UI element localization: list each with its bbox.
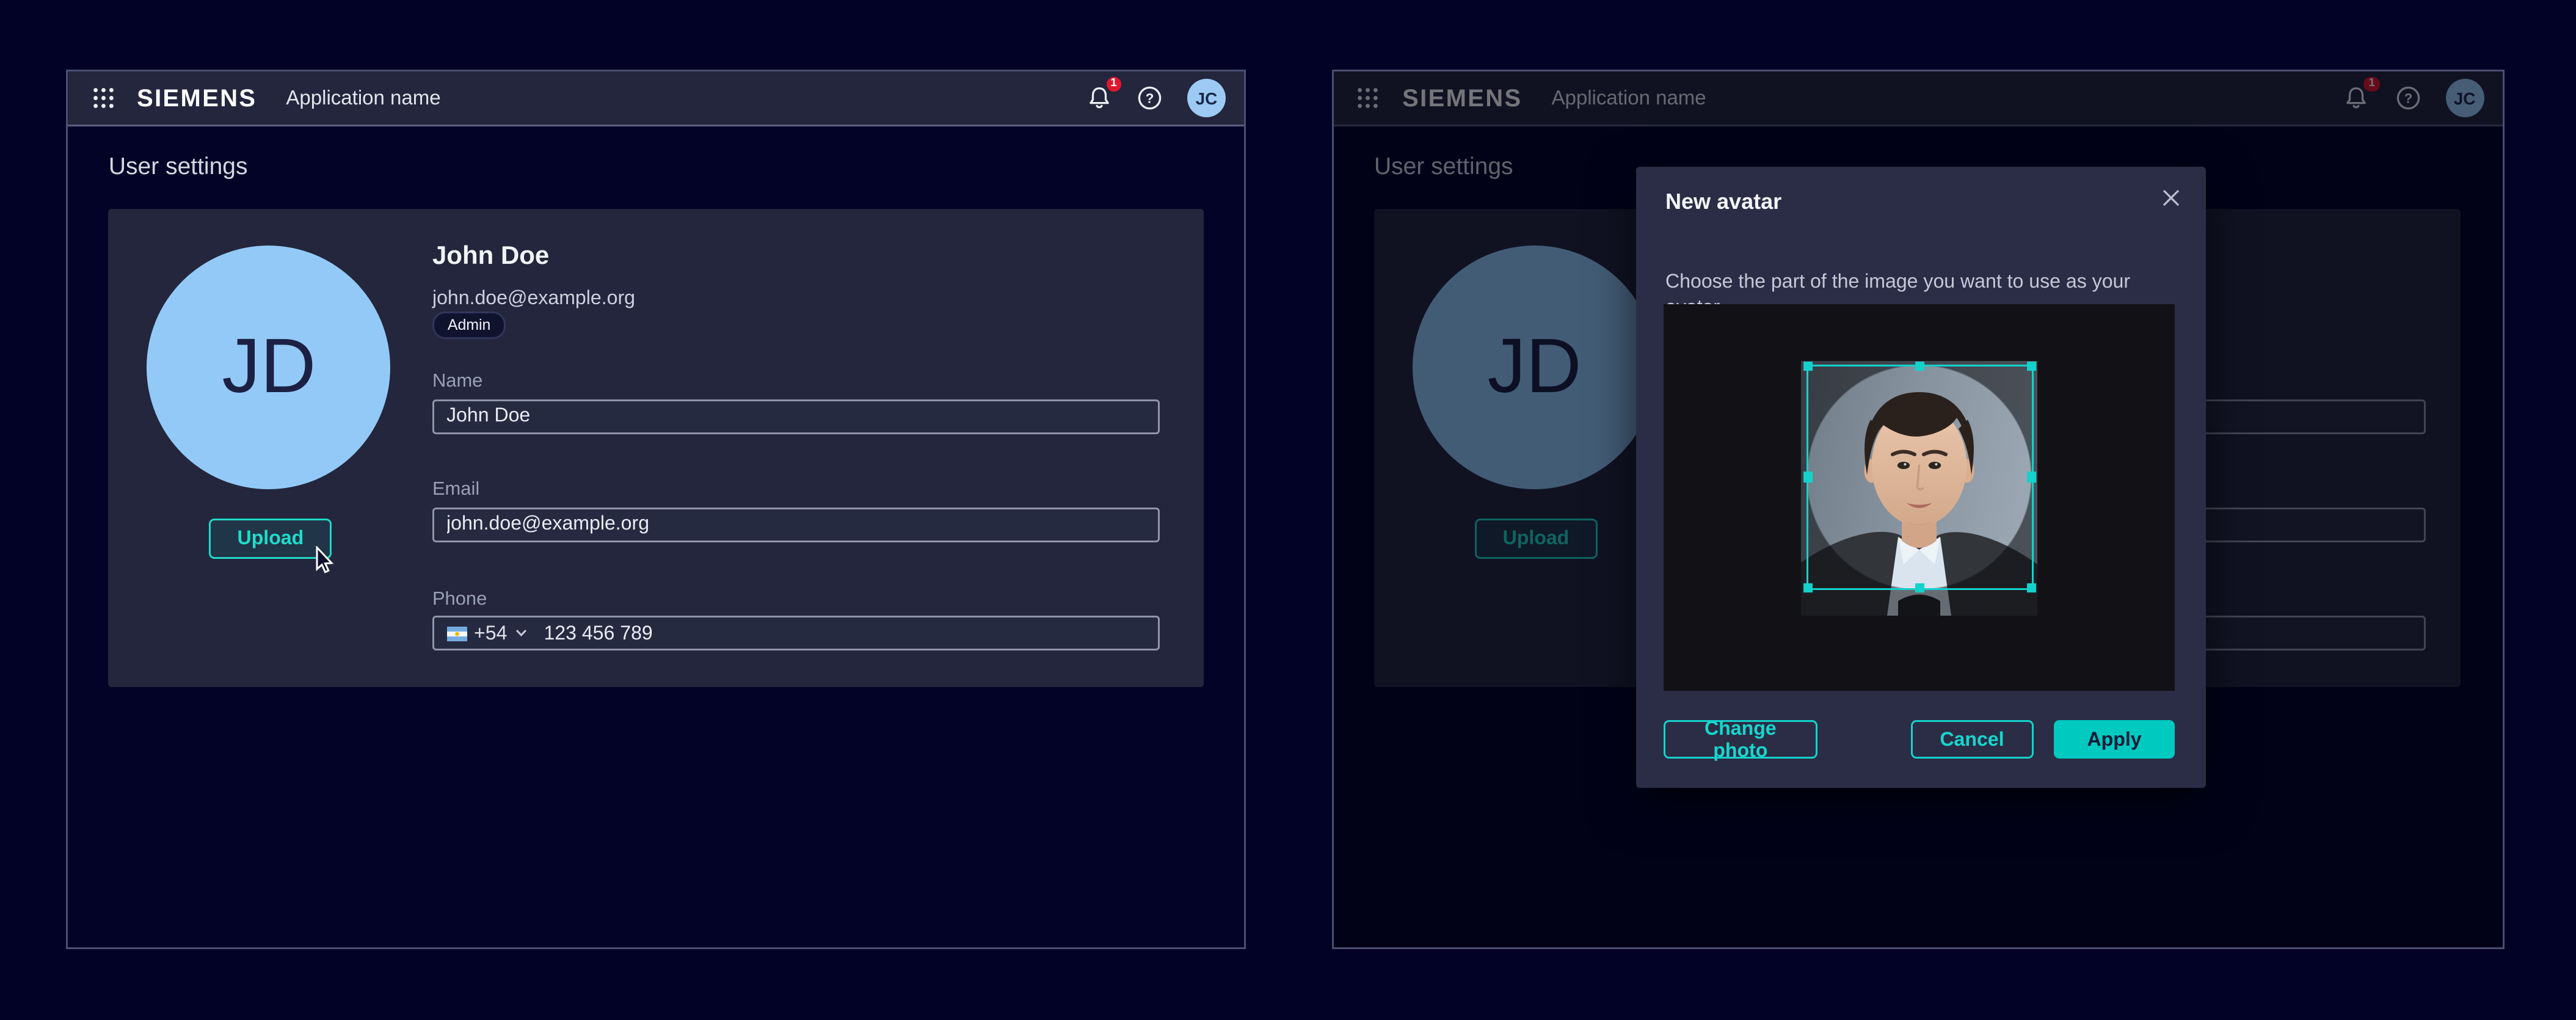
crop-handle-top-middle[interactable] [1915,362,1924,371]
header-actions: 1 ? JC [1085,79,1226,117]
user-settings-card: JD Upload John Doe john.doe@example.org … [109,208,1203,687]
cancel-button[interactable]: Cancel [1910,719,2034,759]
role-badge: Admin [432,312,506,340]
mouse-cursor [315,546,333,574]
application-name: Application name [286,87,440,109]
modal-title: New avatar [1665,189,1781,214]
page-content: User settings JD Upload John Doe john.do… [68,151,1244,687]
user-avatar[interactable]: JC [1187,79,1226,117]
email-input[interactable] [432,508,1160,542]
argentina-flag-icon [446,626,467,641]
app-switcher-button[interactable] [89,84,117,112]
question-mark-icon: ? [1138,86,1162,110]
close-button[interactable] [2156,183,2187,214]
name-label: Name [432,371,1160,392]
crop-handle-bottom-left[interactable] [1803,583,1813,593]
bell-icon [1088,86,1110,110]
phone-field-group: Phone +54 123 456 789 [432,589,1160,650]
phone-input[interactable]: +54 123 456 789 [432,616,1160,650]
page-title: User settings [109,151,1203,179]
dial-code[interactable]: +54 [474,622,507,644]
grid-dots-icon [91,86,115,110]
crop-handle-middle-right[interactable] [2026,473,2036,483]
crop-handle-top-left[interactable] [1803,362,1813,371]
name-input[interactable] [432,400,1160,434]
crop-handle-bottom-middle[interactable] [1915,583,1924,593]
crop-selection[interactable] [1806,365,2033,590]
siemens-logo: SIEMENS [137,84,257,112]
phone-label: Phone [432,589,1160,610]
close-x-icon [2163,189,2181,208]
desktop-background: SIEMENS Application name 1 ? JC [0,0,2576,1020]
crop-handle-bottom-right[interactable] [2026,583,2036,593]
new-avatar-modal: New avatar Choose the part of the image … [1636,166,2205,787]
crop-handle-middle-left[interactable] [1803,473,1813,483]
app-header: SIEMENS Application name 1 ? JC [68,71,1244,127]
name-field-group: Name [432,371,1160,434]
email-label: Email [432,479,1160,500]
profile-email: john.doe@example.org [432,288,635,310]
profile-avatar: JD [147,245,391,489]
change-photo-button[interactable]: Change photo [1664,719,1817,759]
notifications-button[interactable]: 1 [1085,84,1112,112]
apply-button[interactable]: Apply [2053,719,2175,759]
app-window-left: SIEMENS Application name 1 ? JC [66,69,1246,949]
upload-button[interactable]: Upload [209,519,332,558]
phone-number: 123 456 789 [544,622,652,644]
help-button[interactable]: ? [1136,84,1163,112]
image-crop-area [1664,304,2174,690]
chevron-down-icon [514,628,527,638]
profile-name: John Doe [432,240,549,269]
crop-handle-top-right[interactable] [2026,362,2036,371]
email-field-group: Email [432,479,1160,542]
svg-text:?: ? [1146,91,1154,106]
